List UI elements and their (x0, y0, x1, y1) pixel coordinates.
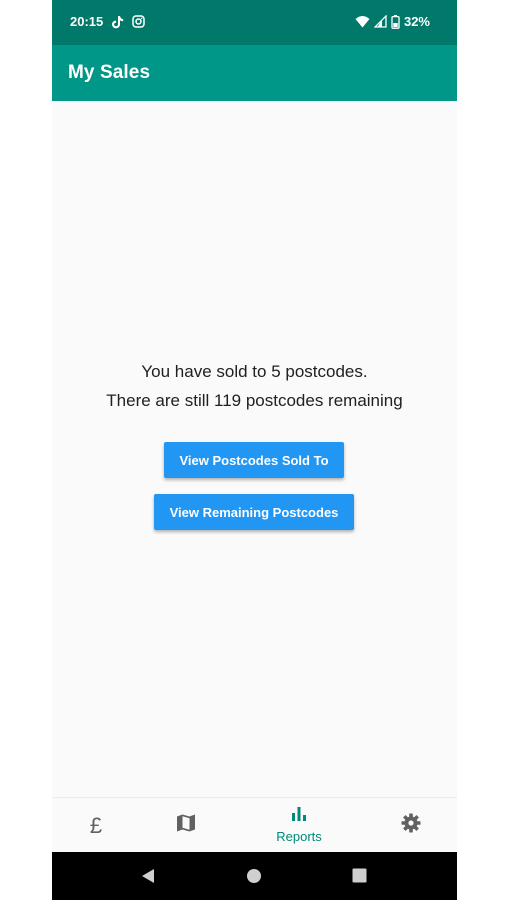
main-content: You have sold to 5 postcodes. There are … (52, 101, 457, 797)
status-right: 32% (355, 14, 430, 29)
home-icon[interactable] (246, 868, 262, 889)
phone-screen: 20:15 32% My Sales You have sold to 5 po… (52, 0, 457, 900)
bottom-navigation: £ Reports (52, 797, 457, 853)
status-left: 20:15 (70, 14, 145, 29)
nav-label-reports: Reports (276, 829, 322, 844)
app-bar: My Sales (52, 45, 457, 101)
page-title: My Sales (68, 62, 151, 83)
system-navigation-bar (52, 852, 457, 900)
battery-icon (391, 14, 400, 29)
back-icon[interactable] (141, 868, 155, 889)
recents-icon[interactable] (352, 868, 367, 888)
status-time: 20:15 (70, 14, 104, 29)
nav-item-map[interactable] (164, 798, 208, 853)
view-postcodes-sold-button[interactable]: View Postcodes Sold To (164, 442, 344, 478)
signal-icon (373, 15, 387, 28)
battery-percent: 32% (403, 14, 430, 29)
view-remaining-postcodes-button[interactable]: View Remaining Postcodes (154, 494, 354, 530)
gear-icon (401, 813, 421, 838)
sold-summary-text: You have sold to 5 postcodes. (141, 362, 368, 381)
tiktok-icon (111, 15, 124, 29)
nav-item-sales[interactable]: £ (74, 798, 118, 853)
remaining-summary-text: There are still 119 postcodes remaining (106, 391, 403, 410)
map-icon (176, 813, 196, 838)
nav-item-settings[interactable] (389, 798, 433, 853)
nav-item-reports[interactable]: Reports (264, 798, 334, 853)
wifi-icon (355, 15, 370, 28)
instagram-icon (132, 15, 145, 28)
bar-chart-icon (291, 807, 307, 826)
status-bar: 20:15 32% (52, 0, 457, 45)
pound-sign-icon: £ (89, 812, 103, 838)
